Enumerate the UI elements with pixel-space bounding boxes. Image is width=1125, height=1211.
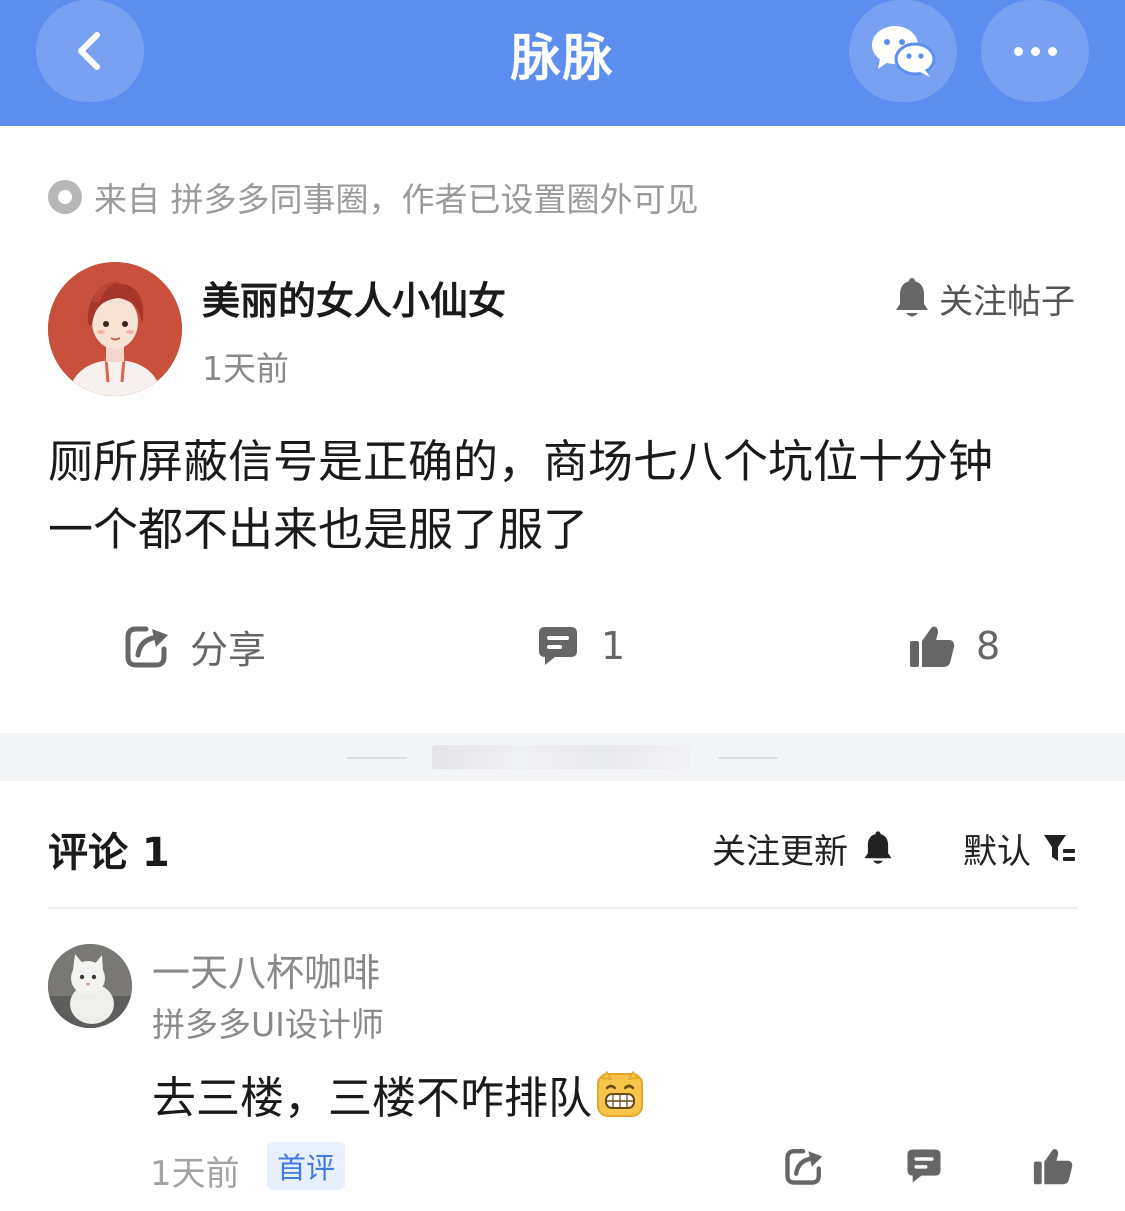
circle-icon (48, 180, 82, 214)
share-label: 分享 (190, 627, 267, 672)
top-nav-bar: 脉脉 (0, 0, 1125, 126)
commenter-name[interactable]: 一天八杯咖啡 (152, 942, 380, 997)
wechat-share-button[interactable] (849, 0, 957, 102)
share-icon (785, 1149, 823, 1185)
more-button[interactable] (981, 0, 1089, 102)
comment-reply-button[interactable] (904, 1146, 944, 1190)
filter-icon (1044, 834, 1075, 861)
divider-line (347, 757, 407, 759)
author-name[interactable]: 美丽的女人小仙女 (202, 270, 506, 325)
section-separator (0, 733, 1125, 781)
divider-line (718, 757, 778, 759)
follow-post-button[interactable]: 关注帖子 (893, 274, 1075, 323)
post-source: 来自 拼多多同事圈，作者已设置圈外可见 (48, 172, 699, 222)
like-button[interactable]: 8 (908, 618, 1000, 674)
comment-share-button[interactable] (784, 1146, 824, 1190)
commenter-title: 拼多多UI设计师 (152, 1005, 384, 1044)
post-time: 1天前 (202, 349, 289, 388)
avatar-illustration (48, 262, 182, 396)
source-text: 来自 拼多多同事圈，作者已设置圈外可见 (94, 180, 699, 219)
like-count: 8 (976, 624, 1001, 668)
comment-count: 1 (601, 624, 626, 668)
follow-updates-button[interactable]: 关注更新 (712, 824, 894, 873)
commenter-avatar[interactable] (48, 944, 132, 1028)
share-button[interactable]: 分享 (124, 618, 266, 674)
follow-updates-label: 关注更新 (712, 832, 848, 872)
sort-dropdown[interactable]: 默认 (963, 824, 1077, 873)
comment-icon (539, 627, 577, 665)
author-avatar[interactable] (48, 262, 182, 396)
divider (48, 907, 1078, 909)
comment-like-button[interactable] (1032, 1146, 1074, 1190)
comment-icon (907, 1149, 941, 1183)
comment-text: 去三楼，三楼不咋排队 (152, 1073, 592, 1124)
blurred-banner (432, 745, 690, 769)
comment-time: 1天前 (150, 1154, 240, 1194)
more-dots-icon (1013, 46, 1057, 56)
post-content-line: 一个都不出来也是服了服了 (48, 503, 589, 556)
wechat-icon (872, 26, 936, 77)
comments-title: 评论 1 (48, 830, 170, 876)
comment-content: 去三楼，三楼不咋排队 (152, 1062, 644, 1126)
sort-label: 默认 (963, 832, 1031, 872)
first-comment-badge: 首评 (267, 1142, 346, 1190)
share-icon (125, 626, 168, 668)
follow-post-label: 关注帖子 (939, 282, 1075, 322)
bell-icon (896, 277, 928, 316)
comment-button[interactable]: 1 (535, 618, 625, 674)
thumbs-up-icon (910, 626, 955, 667)
grinning-face-emoji (597, 1070, 643, 1117)
cat-avatar (48, 944, 132, 1028)
bell-icon (864, 830, 892, 864)
post-content-line: 厕所屏蔽信号是正确的，商场七八个坑位十分钟 (48, 435, 994, 488)
post-content: 厕所屏蔽信号是正确的，商场七八个坑位十分钟 一个都不出来也是服了服了 (48, 428, 1078, 564)
thumbs-up-icon (1033, 1149, 1073, 1185)
